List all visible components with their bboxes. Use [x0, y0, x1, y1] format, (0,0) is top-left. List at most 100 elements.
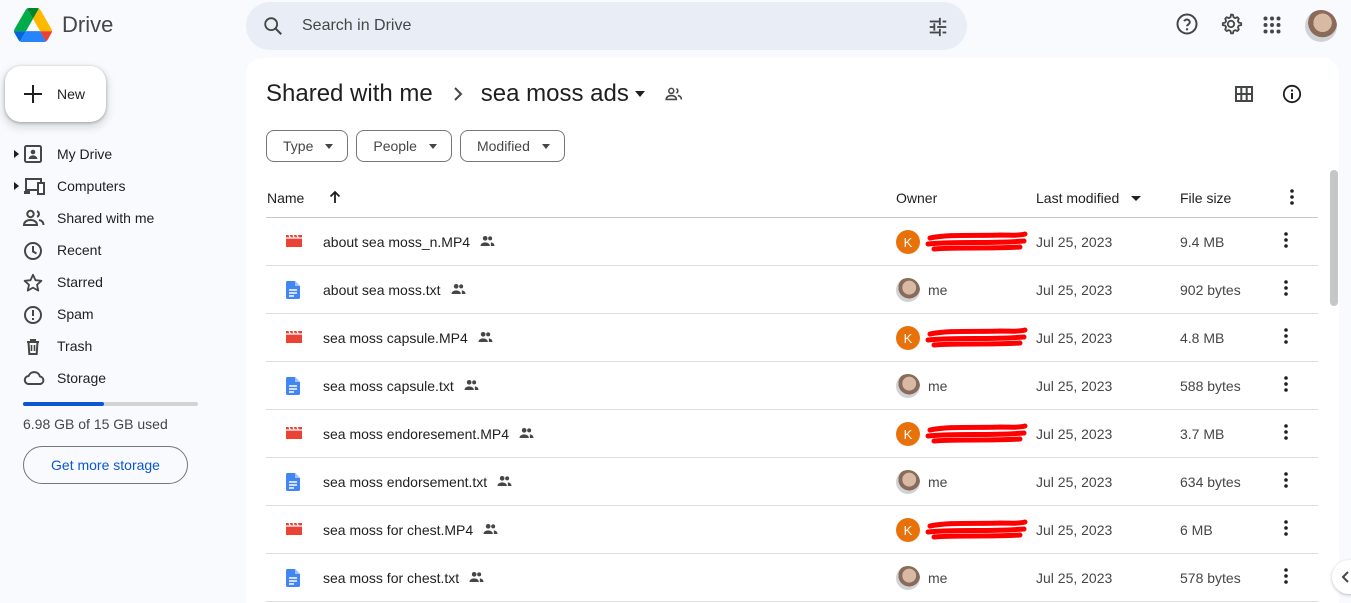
header-last-modified[interactable]: Last modified	[1036, 190, 1119, 206]
more-options-icon[interactable]	[1290, 189, 1294, 205]
file-size: 3.7 MB	[1180, 426, 1225, 442]
more-options-icon[interactable]	[1284, 280, 1288, 296]
video-file-icon	[286, 426, 302, 439]
computers-icon	[24, 178, 45, 195]
video-file-icon	[286, 234, 302, 247]
sort-ascending-arrow-icon[interactable]	[329, 190, 341, 204]
apps-grid-icon[interactable]	[1263, 16, 1281, 34]
sidebar-item-recent[interactable]: Recent	[0, 234, 230, 266]
more-options-icon[interactable]	[1284, 328, 1288, 344]
dropdown-arrow-icon[interactable]	[634, 91, 645, 97]
file-list: about sea moss_n.MP4 K Jul 25, 2023 9.4 …	[266, 218, 1318, 602]
shared-icon	[23, 209, 45, 226]
table-row[interactable]: sea moss endoresement.MP4 K Jul 25, 2023…	[266, 410, 1318, 458]
redacted-owner-name	[925, 327, 1028, 348]
shared-icon	[464, 380, 479, 390]
shared-icon	[483, 524, 498, 534]
video-file-icon	[286, 330, 302, 343]
sidebar-item-computers[interactable]: Computers	[0, 170, 230, 202]
get-more-storage-button[interactable]: Get more storage	[23, 446, 188, 484]
clock-icon	[24, 242, 42, 260]
shared-icon	[519, 428, 534, 438]
file-name[interactable]: sea moss for chest.MP4	[323, 522, 473, 538]
search-input[interactable]: Search in Drive	[302, 17, 411, 35]
owner-initial: K	[903, 522, 913, 538]
more-options-icon[interactable]	[1284, 376, 1288, 392]
owner-avatar[interactable]	[896, 566, 920, 590]
drive-logo[interactable]: Drive	[14, 8, 113, 42]
table-row[interactable]: sea moss for chest.MP4 K Jul 25, 2023 6 …	[266, 506, 1318, 554]
owner-avatar[interactable]	[896, 470, 920, 494]
expand-caret-icon[interactable]	[14, 150, 19, 158]
file-size: 6 MB	[1180, 522, 1213, 538]
grid-view-icon[interactable]	[1235, 86, 1253, 102]
text-document-icon	[286, 281, 300, 299]
new-button[interactable]: New	[5, 66, 106, 122]
main-panel: Shared with me sea moss ads Type People …	[246, 58, 1339, 603]
last-modified: Jul 25, 2023	[1036, 330, 1113, 346]
more-options-icon[interactable]	[1284, 232, 1288, 248]
expand-caret-icon[interactable]	[14, 182, 19, 190]
file-name[interactable]: about sea moss_n.MP4	[323, 234, 470, 250]
more-options-icon[interactable]	[1284, 568, 1288, 584]
shared-folder-icon[interactable]	[665, 87, 683, 101]
sidebar-item-label: Trash	[57, 338, 93, 354]
last-modified: Jul 25, 2023	[1036, 378, 1113, 394]
search-icon[interactable]	[262, 15, 284, 37]
owner-avatar[interactable]: K	[896, 422, 920, 446]
sidebar-item-spam[interactable]: Spam	[0, 298, 230, 330]
header-name[interactable]: Name	[267, 190, 304, 206]
breadcrumb-parent[interactable]: Shared with me	[266, 80, 433, 108]
table-row[interactable]: about sea moss_n.MP4 K Jul 25, 2023 9.4 …	[266, 218, 1318, 266]
owner-initial: K	[903, 234, 913, 250]
sidebar-item-storage[interactable]: Storage	[0, 362, 230, 394]
table-row[interactable]: sea moss capsule.MP4 K Jul 25, 2023 4.8 …	[266, 314, 1318, 362]
video-file-icon	[286, 522, 302, 535]
breadcrumb-current-folder[interactable]: sea moss ads	[481, 80, 629, 108]
redacted-owner-name	[925, 231, 1028, 252]
sidebar-item-starred[interactable]: Starred	[0, 266, 230, 298]
storage-usage-bar	[23, 402, 198, 406]
account-avatar[interactable]	[1305, 10, 1337, 42]
header-owner[interactable]: Owner	[896, 190, 937, 206]
owner-avatar[interactable]: K	[896, 326, 920, 350]
owner-avatar[interactable]	[896, 374, 920, 398]
header-file-size[interactable]: File size	[1180, 190, 1231, 206]
more-options-icon[interactable]	[1284, 472, 1288, 488]
more-options-icon[interactable]	[1284, 520, 1288, 536]
owner-avatar[interactable]: K	[896, 230, 920, 254]
app-name: Drive	[62, 12, 114, 37]
scrollbar-thumb[interactable]	[1330, 170, 1338, 306]
filter-chips: Type People Modified	[266, 130, 565, 162]
sidebar-item-my-drive[interactable]: My Drive	[0, 138, 230, 170]
sidebar-item-shared-with-me[interactable]: Shared with me	[0, 202, 230, 234]
search-options-icon[interactable]	[927, 16, 949, 38]
help-icon[interactable]	[1175, 12, 1199, 36]
file-name[interactable]: sea moss for chest.txt	[323, 570, 459, 586]
search-bar[interactable]: Search in Drive	[246, 2, 967, 50]
file-name[interactable]: sea moss capsule.txt	[323, 378, 454, 394]
file-name[interactable]: sea moss endorsement.txt	[323, 474, 487, 490]
filter-people-chip[interactable]: People	[356, 130, 452, 162]
file-name[interactable]: sea moss endoresement.MP4	[323, 426, 509, 442]
file-name[interactable]: sea moss capsule.MP4	[323, 330, 468, 346]
last-modified: Jul 25, 2023	[1036, 474, 1113, 490]
table-row[interactable]: sea moss for chest.txt me Jul 25, 2023 5…	[266, 554, 1318, 602]
table-row[interactable]: about sea moss.txt me Jul 25, 2023 902 b…	[266, 266, 1318, 314]
filter-modified-chip[interactable]: Modified	[459, 130, 565, 162]
owner-avatar[interactable]	[896, 278, 920, 302]
file-size: 578 bytes	[1180, 570, 1241, 586]
info-icon[interactable]	[1282, 84, 1302, 104]
file-name[interactable]: about sea moss.txt	[323, 282, 441, 298]
table-row[interactable]: sea moss endorsement.txt me Jul 25, 2023…	[266, 458, 1318, 506]
more-options-icon[interactable]	[1284, 424, 1288, 440]
owner-name: me	[928, 570, 948, 586]
sidebar-item-trash[interactable]: Trash	[0, 330, 230, 362]
filter-type-chip[interactable]: Type	[266, 130, 349, 162]
sidebar-item-label: Starred	[57, 274, 103, 290]
table-row[interactable]: sea moss capsule.txt me Jul 25, 2023 588…	[266, 362, 1318, 410]
owner-avatar[interactable]: K	[896, 518, 920, 542]
settings-gear-icon[interactable]	[1219, 12, 1243, 36]
sort-dropdown-arrow-icon[interactable]	[1131, 196, 1141, 201]
chevron-right-icon	[454, 87, 463, 101]
